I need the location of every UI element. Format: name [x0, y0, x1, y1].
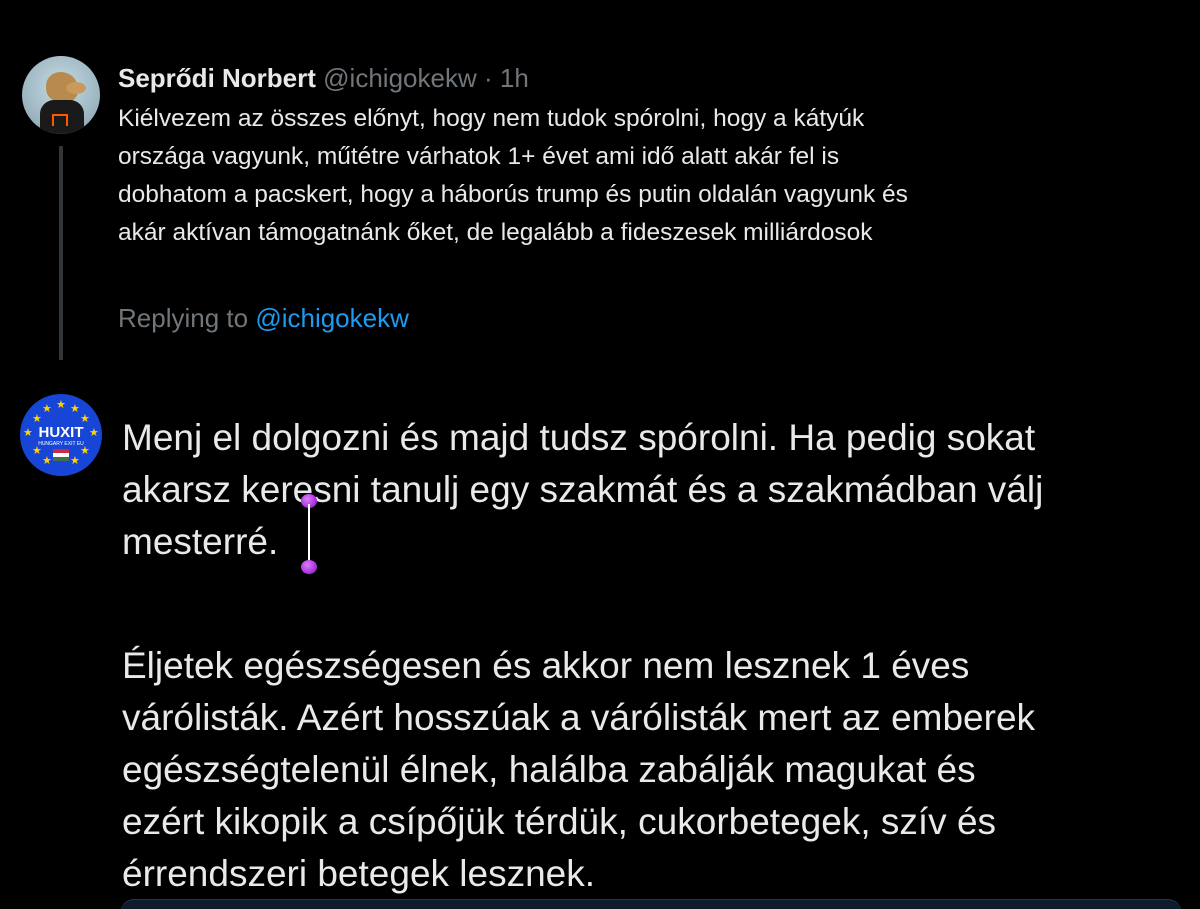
huxit-logo-text: HUXIT — [38, 424, 84, 441]
tweet-text: Kiélvezem az összes előnyt, hogy nem tud… — [118, 100, 1178, 252]
eu-star-icon: ★ — [32, 445, 42, 457]
reply-text-line: érrendszeri betegek lesznek. — [122, 853, 596, 894]
reply-text-line: ezért kikopik a csípőjük térdük, cukorbe… — [122, 801, 997, 842]
tweet-text-line: dobhatom a pacskert, hogy a háborús trum… — [118, 181, 908, 208]
reply-text-line: Menj el dolgozni és majd tudsz spórolni.… — [122, 417, 1036, 458]
display-name[interactable]: Seprődi Norbert — [118, 63, 316, 93]
reply-avatar[interactable]: ★ ★ ★ ★ ★ ★ ★ ★ ★ ★ ★ HUXIT HUNGARY EXIT… — [20, 394, 102, 476]
replying-to: Replying to @ichigokekw — [118, 300, 409, 336]
tweet-text-line: akár aktívan támogatnánk őket, de legalá… — [118, 219, 873, 246]
reply-text-line: mesterré. — [122, 521, 279, 562]
eu-star-icon: ★ — [42, 455, 52, 467]
tweet-text-line: országa vagyunk, műtétre várhatok 1+ éve… — [118, 143, 840, 170]
eu-star-icon: ★ — [70, 455, 80, 467]
text-selection-handle[interactable] — [298, 494, 320, 576]
tweet-text-line: Kiélvezem az összes előnyt, hogy nem tud… — [118, 105, 865, 132]
parent-avatar[interactable] — [22, 56, 100, 134]
tweet-header: Seprődi Norbert @ichigokekw · 1h — [118, 60, 529, 96]
thread-connector-line — [59, 146, 63, 360]
hungary-flag-icon — [53, 449, 69, 461]
embedded-card-edge[interactable] — [120, 899, 1182, 909]
timestamp[interactable]: 1h — [500, 63, 529, 93]
replying-to-mention[interactable]: @ichigokekw — [255, 303, 409, 333]
selection-handle-bottom-icon[interactable] — [301, 560, 317, 574]
reply-text-line: várólisták. Azért hosszúak a várólisták … — [122, 697, 1036, 738]
reply-text-line: akarsz keresni tanulj egy szakmát és a s… — [122, 469, 1044, 510]
eu-star-icon: ★ — [70, 403, 80, 415]
replying-to-label: Replying to — [118, 303, 256, 333]
eu-star-icon: ★ — [42, 403, 52, 415]
reply-text-line: egészségtelenül élnek, halálba zabálják … — [122, 749, 976, 790]
user-handle[interactable]: @ichigokekw — [323, 63, 477, 93]
reply-text-line: Éljetek egészségesen és akkor nem leszne… — [122, 645, 970, 686]
avatar-snout-shape — [66, 82, 86, 94]
eu-star-icon: ★ — [56, 399, 66, 411]
text-cursor-bar — [308, 504, 310, 562]
reply-text: Menj el dolgozni és majd tudsz spórolni.… — [122, 412, 1182, 900]
eu-star-icon: ★ — [80, 445, 90, 457]
huxit-subtitle: HUNGARY EXIT EU — [38, 441, 84, 447]
fnatic-logo-icon — [52, 114, 68, 126]
separator-dot: · — [483, 63, 493, 93]
